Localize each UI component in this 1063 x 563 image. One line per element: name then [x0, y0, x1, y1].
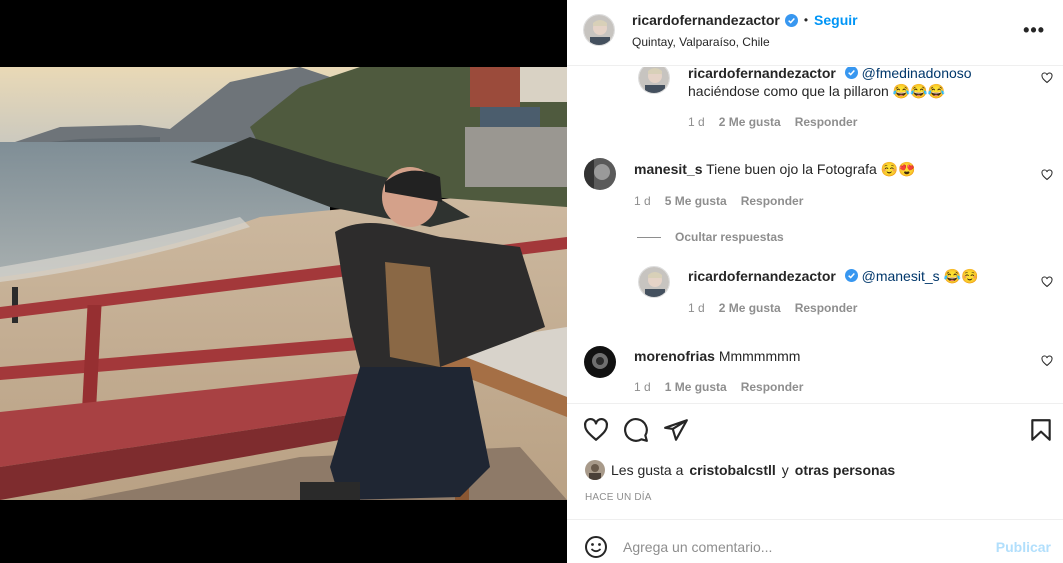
comment-body: ricardofernandezactor @manesit_s 😂☺️	[688, 267, 978, 285]
post-detail-panel: ricardofernandezactor • Seguir Quintay, …	[567, 0, 1063, 563]
comment-username[interactable]: morenofrias	[634, 348, 715, 364]
reply-button[interactable]: Responder	[741, 380, 804, 394]
reply-button[interactable]: Responder	[741, 194, 804, 208]
reply-button[interactable]: Responder	[795, 115, 858, 129]
more-options-icon[interactable]: •••	[1023, 20, 1045, 41]
comment-icon[interactable]	[623, 417, 649, 443]
comment-text: Mmmmmmm	[718, 348, 801, 364]
verified-badge-icon	[784, 13, 798, 27]
likes-mid: y	[781, 462, 789, 478]
other-likers-link[interactable]: otras personas	[795, 462, 895, 478]
author-line: ricardofernandezactor • Seguir	[632, 12, 858, 28]
comment-text: Tiene buen ojo la Fotografa ☺️😍	[706, 161, 916, 177]
heart-icon[interactable]	[583, 417, 609, 443]
comment-input[interactable]	[623, 533, 983, 561]
comment-username[interactable]: ricardofernandezactor	[688, 268, 836, 284]
comment-meta: 1 d 5 Me gusta Responder	[634, 194, 803, 208]
post-timestamp[interactable]: HACE UN DÍA	[585, 492, 652, 503]
emoji-icon[interactable]	[584, 535, 608, 559]
comment-username[interactable]: manesit_s	[634, 161, 702, 177]
comment-meta: 1 d 1 Me gusta Responder	[634, 380, 803, 394]
comment-body: manesit_s Tiene buen ojo la Fotografa ☺️…	[634, 160, 916, 178]
comment-age[interactable]: 1 d	[634, 380, 651, 394]
comment-text: haciéndose como que la pillaron 😂😂😂	[688, 83, 945, 99]
comment-meta: 1 d 2 Me gusta Responder	[688, 301, 857, 315]
comment-mention[interactable]: @fmedinadonoso	[862, 67, 972, 81]
comment-likes-count[interactable]: 1 Me gusta	[665, 380, 727, 394]
post-location[interactable]: Quintay, Valparaíso, Chile	[632, 35, 770, 49]
comment-likes-count[interactable]: 2 Me gusta	[719, 301, 781, 315]
commenter-avatar[interactable]	[638, 67, 670, 94]
author-avatar[interactable]	[583, 14, 615, 46]
like-comment-heart-icon[interactable]	[1041, 355, 1053, 367]
comment-username[interactable]: ricardofernandezactor	[688, 67, 836, 81]
comment-age[interactable]: 1 d	[688, 301, 705, 315]
commenter-avatar[interactable]	[584, 158, 616, 190]
bookmark-icon[interactable]	[1028, 417, 1054, 443]
post-media-column	[0, 0, 567, 563]
post-photo[interactable]	[0, 67, 567, 500]
verified-badge-icon	[844, 67, 858, 79]
like-comment-heart-icon[interactable]	[1041, 169, 1053, 181]
post-header: ricardofernandezactor • Seguir Quintay, …	[567, 0, 1063, 66]
comment-likes-count[interactable]: 2 Me gusta	[719, 115, 781, 129]
comment-age[interactable]: 1 d	[634, 194, 651, 208]
comment-mention[interactable]: @manesit_s	[862, 268, 940, 284]
commenter-avatar[interactable]	[584, 346, 616, 378]
commenter-avatar[interactable]	[638, 266, 670, 298]
share-icon[interactable]	[663, 417, 689, 443]
comment-body: morenofrias Mmmmmmm	[634, 347, 800, 365]
like-comment-heart-icon[interactable]	[1041, 72, 1053, 84]
likes-summary: Les gusta a cristobalcstll y otras perso…	[585, 460, 895, 480]
liker-username[interactable]: cristobalcstll	[689, 462, 775, 478]
divider-line	[637, 236, 661, 238]
separator-dot: •	[803, 13, 809, 27]
hide-replies-button[interactable]: Ocultar respuestas	[637, 230, 784, 244]
comment-meta: 1 d 2 Me gusta Responder	[688, 115, 857, 129]
likes-prefix: Les gusta a	[611, 462, 684, 478]
liker-avatar[interactable]	[585, 460, 605, 480]
publish-button[interactable]: Publicar	[996, 539, 1051, 555]
post-action-bar	[567, 405, 1063, 459]
like-comment-heart-icon[interactable]	[1041, 276, 1053, 288]
comments-list[interactable]: ricardofernandezactor @fmedinadonoso hac…	[567, 67, 1063, 404]
comment-likes-count[interactable]: 5 Me gusta	[665, 194, 727, 208]
reply-button[interactable]: Responder	[795, 301, 858, 315]
comment-text: 😂☺️	[943, 268, 979, 284]
author-username[interactable]: ricardofernandezactor	[632, 12, 780, 28]
comment-composer: Publicar	[567, 519, 1063, 563]
follow-button[interactable]: Seguir	[814, 12, 858, 28]
verified-badge-icon	[844, 269, 858, 282]
hide-replies-label: Ocultar respuestas	[675, 230, 784, 244]
comment-body: ricardofernandezactor @fmedinadonoso hac…	[688, 67, 972, 100]
comment-age[interactable]: 1 d	[688, 115, 705, 129]
